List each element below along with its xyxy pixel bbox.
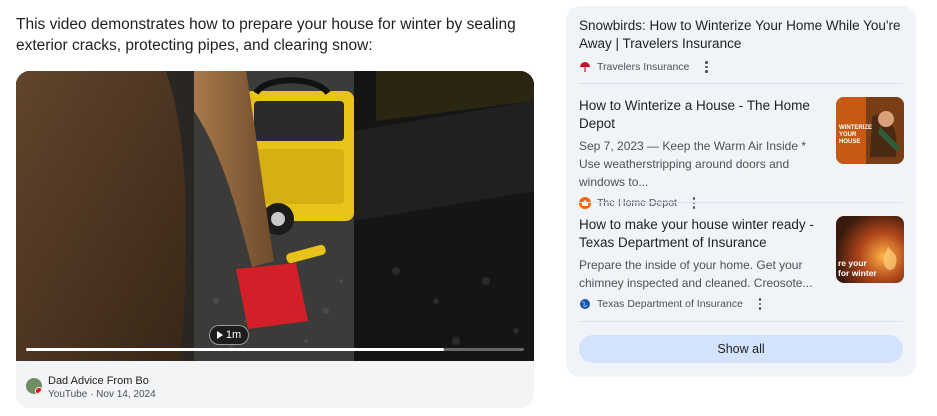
duration-text: 1m: [225, 329, 242, 341]
video-progress-fill: [26, 348, 445, 351]
result-title[interactable]: How to Winterize a House - The Home Depo…: [579, 97, 827, 133]
result-thumbnail[interactable]: re your for winter: [836, 216, 904, 283]
result-card[interactable]: How to Winterize a House - The Home Depo…: [579, 97, 827, 209]
more-options-icon[interactable]: [701, 61, 711, 73]
thumbnail-caption: re your for winter: [838, 258, 877, 278]
result-title[interactable]: Snowbirds: How to Winterize Your Home Wh…: [579, 17, 905, 53]
result-source-name: Texas Department of Insurance: [597, 298, 743, 310]
globe-icon: [579, 298, 591, 310]
result-source: Travelers Insurance: [579, 61, 905, 73]
more-options-icon[interactable]: [755, 298, 765, 310]
sources-panel: Snowbirds: How to Winterize Your Home Wh…: [566, 6, 916, 377]
video-meta: Dad Advice From Bo YouTube · Nov 14, 202…: [16, 361, 534, 408]
result-card[interactable]: How to make your house winter ready - Te…: [579, 216, 827, 310]
duration-badge: 1m: [209, 325, 249, 345]
video-thumbnail[interactable]: 1m: [16, 71, 534, 361]
result-card[interactable]: Snowbirds: How to Winterize Your Home Wh…: [579, 17, 905, 73]
result-source: The Home Depot: [579, 197, 827, 209]
result-title[interactable]: How to make your house winter ready - Te…: [579, 216, 827, 252]
result-snippet: Prepare the inside of your home. Get you…: [579, 258, 813, 290]
umbrella-icon: [579, 61, 591, 73]
result-source-name: Travelers Insurance: [597, 61, 690, 73]
show-all-button[interactable]: Show all: [579, 335, 903, 363]
video-progress-bar[interactable]: [26, 348, 524, 351]
more-options-icon[interactable]: [689, 197, 699, 209]
divider: [579, 321, 903, 322]
video-frame-image: [16, 71, 534, 361]
result-snippet: Sep 7, 2023 — Keep the Warm Air Inside *…: [579, 139, 807, 189]
result-source-name: The Home Depot: [597, 197, 677, 209]
youtube-badge-icon: [35, 387, 42, 394]
play-icon: [216, 331, 223, 339]
divider: [579, 202, 903, 203]
thumbnail-caption: WINTERIZE YOUR HOUSE: [839, 125, 872, 145]
result-source: Texas Department of Insurance: [579, 298, 827, 310]
channel-name[interactable]: Dad Advice From Bo: [48, 375, 149, 387]
video-source-date: YouTube · Nov 14, 2024: [48, 389, 156, 400]
channel-avatar: [26, 378, 42, 394]
ai-summary-text: This video demonstrates how to prepare y…: [16, 16, 516, 54]
result-thumbnail[interactable]: WINTERIZE YOUR HOUSE: [836, 97, 904, 164]
home-depot-icon: [579, 197, 591, 209]
divider: [579, 83, 903, 84]
video-card[interactable]: 1m Dad Advice From Bo YouTube · Nov 14, …: [16, 71, 534, 408]
